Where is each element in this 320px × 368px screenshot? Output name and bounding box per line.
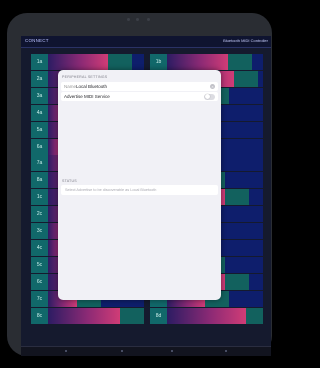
- pad-level-fill: [167, 307, 246, 324]
- pad-label: 5c: [31, 256, 48, 273]
- pad-label: 7c: [31, 290, 48, 307]
- pad-1b[interactable]: 1b: [150, 54, 263, 70]
- toolbar-dot-icon: [171, 350, 173, 352]
- status-box: Select Advertise to be discoverable as L…: [61, 185, 218, 195]
- pad-level-fill: [167, 54, 228, 70]
- pad-8c[interactable]: 8c: [31, 307, 144, 324]
- connect-button[interactable]: CONNECT: [25, 38, 49, 43]
- pad-level-cap: [225, 273, 249, 290]
- toolbar-dot-icon: [225, 350, 227, 352]
- light-sensor: [147, 18, 150, 21]
- pad-level-cap: [225, 189, 249, 206]
- pad-label: 8c: [31, 307, 48, 324]
- toggle-knob: [204, 94, 210, 99]
- pad-level-fill: [48, 54, 108, 70]
- peripheral-settings-sheet: PERIPHERAL SETTINGS Name Local Bluetooth…: [58, 70, 221, 300]
- pad-8d[interactable]: 8d: [150, 307, 263, 324]
- pad-level-cap: [234, 70, 258, 87]
- pad-label: 1c: [31, 189, 48, 206]
- name-key-label: Name: [64, 84, 77, 89]
- clear-text-icon[interactable]: ×: [210, 84, 215, 89]
- advertise-toggle[interactable]: [204, 93, 215, 100]
- name-field[interactable]: Local Bluetooth: [76, 84, 107, 89]
- pad-label: 3c: [31, 223, 48, 239]
- pad-label: 7a: [31, 155, 48, 172]
- pad-label: 2c: [31, 206, 48, 223]
- camera-lens: [136, 18, 139, 21]
- pad-label: 5a: [31, 121, 48, 138]
- status-text: Select Advertise to be discoverable as L…: [65, 187, 157, 192]
- pad-label: 4c: [31, 239, 48, 256]
- pad-label: 1b: [150, 54, 167, 70]
- section-peripheral-heading: PERIPHERAL SETTINGS: [62, 75, 108, 79]
- advertise-row: Advertise MIDI Service: [61, 92, 218, 101]
- pad-label: 1a: [31, 54, 48, 70]
- advertise-label: Advertise MIDI Service: [64, 94, 110, 99]
- bottom-toolbar: [21, 346, 271, 356]
- section-status-heading: STATUS: [62, 179, 77, 183]
- camera-sensor: [127, 18, 130, 21]
- pad-level-cap: [228, 54, 252, 70]
- pad-level-cap: [108, 54, 132, 70]
- pad-label: 3a: [31, 87, 48, 104]
- pad-label: 4a: [31, 104, 48, 121]
- pad-label: 6a: [31, 138, 48, 155]
- pad-label: 6c: [31, 273, 48, 290]
- pad-label: 2a: [31, 70, 48, 87]
- app-title: Bluetooth MIDI Controller: [223, 38, 268, 43]
- pad-label: 8a: [31, 172, 48, 189]
- pad-label: 8d: [150, 307, 167, 324]
- top-bar: CONNECT Bluetooth MIDI Controller: [21, 36, 271, 48]
- toolbar-dot-icon: [65, 350, 67, 352]
- pad-level-cap: [120, 307, 144, 324]
- toolbar-dot-icon: [121, 350, 123, 352]
- pad-1a[interactable]: 1a: [31, 54, 144, 70]
- pad-level-fill: [48, 307, 120, 324]
- name-row: Name Local Bluetooth ×: [61, 82, 218, 91]
- pad-level-cap: [246, 307, 263, 324]
